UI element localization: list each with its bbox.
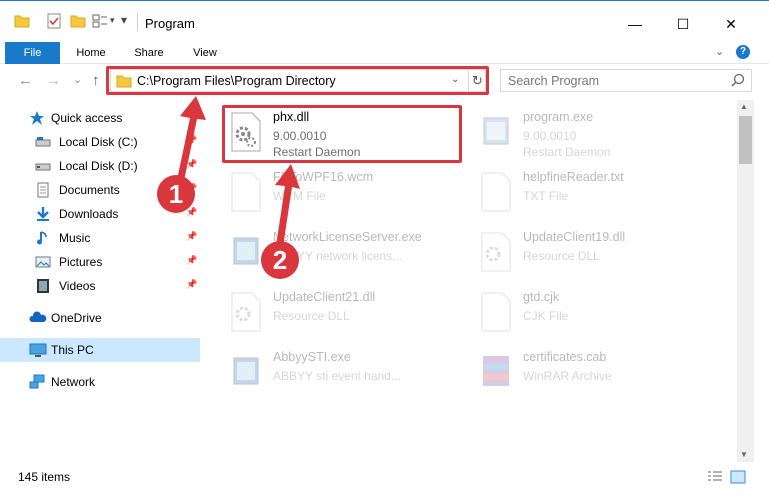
status-bar: 145 items — [0, 462, 769, 502]
details-view-icon[interactable] — [707, 470, 723, 484]
step-badge-2: 2 — [261, 241, 299, 279]
arrow-1 — [177, 96, 206, 181]
arrow-2 — [275, 164, 300, 247]
scroll-up-icon[interactable]: ▲ — [740, 102, 748, 111]
annotation-arrows — [177, 96, 300, 247]
scrollbar-thumb[interactable] — [739, 116, 752, 164]
step-badge-1: 1 — [157, 175, 195, 213]
large-icons-view-icon[interactable] — [730, 470, 746, 484]
scroll-down-icon[interactable]: ▼ — [740, 450, 748, 459]
vertical-scrollbar[interactable]: ▲ ▼ — [737, 100, 754, 462]
item-count: 145 items — [18, 470, 71, 484]
